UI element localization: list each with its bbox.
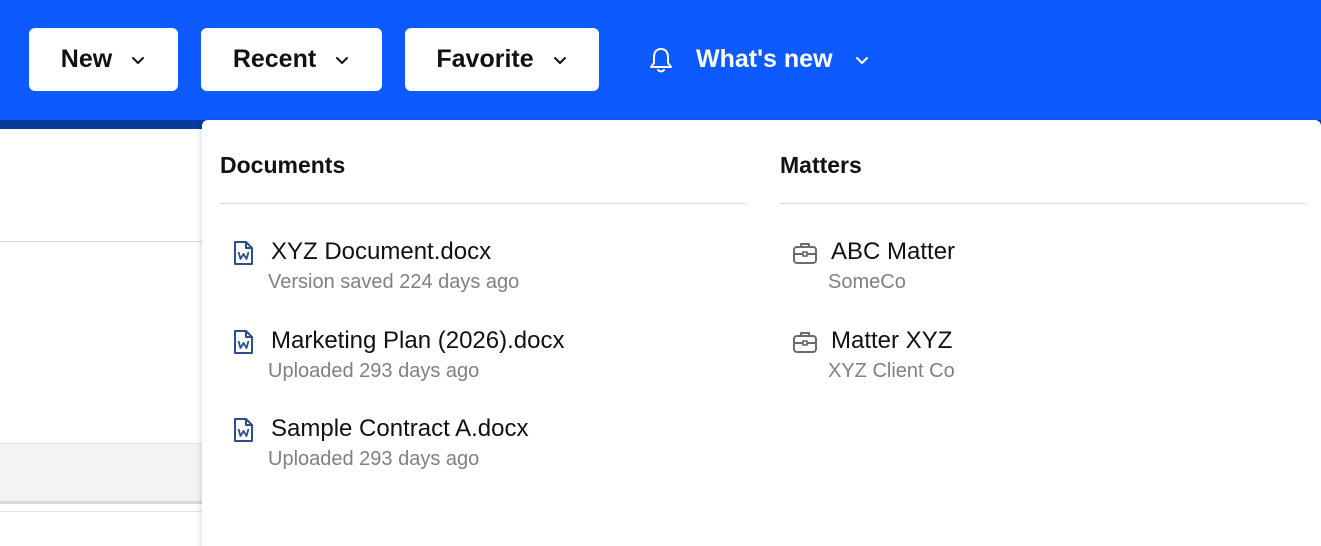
chevron-down-icon bbox=[853, 51, 871, 69]
recent-button[interactable]: Recent bbox=[201, 28, 382, 91]
document-item[interactable]: Sample Contract A.docx Uploaded 293 days… bbox=[220, 415, 746, 485]
matter-name: Matter XYZ bbox=[831, 327, 953, 354]
word-document-icon bbox=[232, 240, 254, 266]
word-document-icon bbox=[232, 417, 254, 443]
document-name: Marketing Plan (2026).docx bbox=[271, 327, 565, 354]
new-button[interactable]: New bbox=[29, 28, 178, 91]
document-item[interactable]: XYZ Document.docx Version saved 224 days… bbox=[220, 238, 746, 308]
favorite-button-label: Favorite bbox=[436, 45, 534, 73]
whats-new-label: What's new bbox=[696, 45, 833, 73]
briefcase-icon bbox=[792, 240, 817, 266]
matter-name: ABC Matter bbox=[831, 238, 956, 265]
chevron-down-icon bbox=[336, 56, 349, 64]
documents-divider bbox=[220, 203, 746, 204]
document-item[interactable]: Marketing Plan (2026).docx Uploaded 293 … bbox=[220, 327, 746, 397]
background-divider bbox=[0, 501, 202, 504]
whats-new-button[interactable]: What's new bbox=[646, 28, 871, 91]
recent-button-label: Recent bbox=[232, 45, 317, 73]
document-name: XYZ Document.docx bbox=[271, 238, 492, 265]
background-divider bbox=[0, 241, 202, 242]
document-status: Uploaded 293 days ago bbox=[268, 448, 480, 470]
chevron-down-icon bbox=[132, 56, 145, 64]
matters-divider bbox=[780, 203, 1306, 204]
matter-item[interactable]: ABC Matter SomeCo bbox=[780, 238, 1306, 308]
new-button-label: New bbox=[60, 45, 113, 73]
background-divider bbox=[0, 511, 202, 512]
matter-client: XYZ Client Co bbox=[828, 360, 955, 382]
chevron-down-icon bbox=[553, 56, 566, 64]
favorite-button[interactable]: Favorite bbox=[405, 28, 599, 91]
matters-title: Matters bbox=[780, 152, 862, 178]
matter-item[interactable]: Matter XYZ XYZ Client Co bbox=[780, 327, 1306, 397]
recent-dropdown-panel: Documents XYZ Document.docx Version save… bbox=[202, 120, 1321, 546]
briefcase-icon bbox=[792, 329, 817, 355]
document-status: Uploaded 293 days ago bbox=[268, 360, 480, 382]
document-name: Sample Contract A.docx bbox=[271, 415, 529, 442]
word-document-icon bbox=[232, 329, 254, 355]
background-band bbox=[0, 443, 202, 501]
matter-client: SomeCo bbox=[828, 271, 906, 293]
document-status: Version saved 224 days ago bbox=[268, 271, 520, 293]
bell-icon bbox=[646, 45, 676, 75]
documents-title: Documents bbox=[220, 152, 346, 178]
